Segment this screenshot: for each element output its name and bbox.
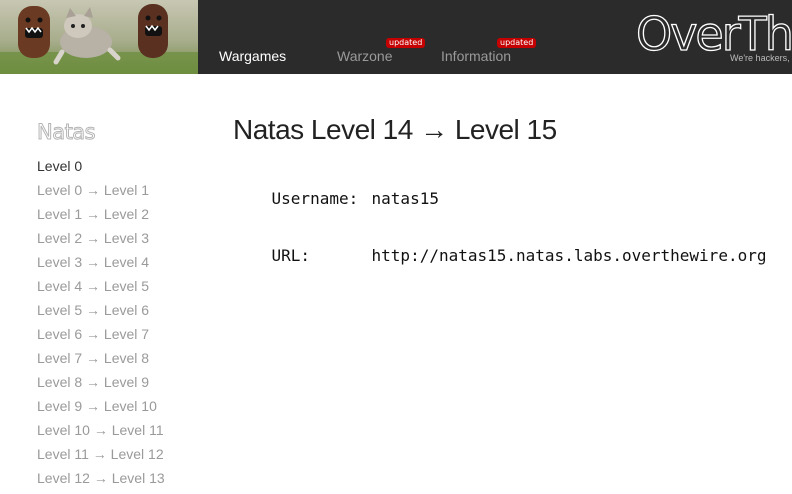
level-link[interactable]: Level 1 → Level 2: [37, 204, 165, 228]
level-link[interactable]: Level 3 → Level 4: [37, 252, 165, 276]
level-link[interactable]: Level 5 → Level 6: [37, 300, 165, 324]
page-title: Natas Level 14 → Level 15: [233, 114, 557, 145]
level-link[interactable]: Level 2 → Level 3: [37, 228, 165, 252]
url-value[interactable]: http://natas15.natas.labs.overthewire.or…: [372, 246, 767, 265]
username-label: Username:: [271, 189, 359, 208]
level-link[interactable]: Level 11 → Level 12: [37, 444, 165, 468]
url-row: URL: http://natas15.natas.labs.overthewir…: [233, 227, 767, 284]
tagline: We're hackers,: [730, 53, 790, 63]
level-link[interactable]: Level 9 → Level 10: [37, 396, 165, 420]
level-link[interactable]: Level 6 → Level 7: [37, 324, 165, 348]
site-header: Wargames Warzone updated Information upd…: [0, 0, 792, 74]
credentials-block: Username: natas15 URL: http://natas15.nata…: [233, 170, 767, 284]
level-link[interactable]: Level 7 → Level 8: [37, 348, 165, 372]
level-link[interactable]: Level 12 → Level 13: [37, 468, 165, 492]
level-link[interactable]: Level 0: [37, 156, 165, 180]
sidebar-title: Natas: [36, 120, 96, 145]
nav-wargames[interactable]: Wargames: [219, 48, 286, 64]
username-row: Username: natas15: [233, 170, 766, 227]
banner-image: [0, 0, 198, 74]
level-link[interactable]: Level 10 → Level 11: [37, 420, 165, 444]
level-link[interactable]: Level 8 → Level 9: [37, 372, 165, 396]
url-label: URL:: [271, 246, 311, 265]
nav-information[interactable]: Information: [441, 48, 511, 64]
information-updated-badge: updated: [497, 38, 537, 48]
username-value: natas15: [371, 189, 439, 208]
warzone-updated-badge: updated: [386, 38, 426, 48]
level-list: Level 0 Level 0 → Level 1 Level 1 → Leve…: [37, 156, 165, 492]
level-link[interactable]: Level 4 → Level 5: [37, 276, 165, 300]
level-link[interactable]: Level 0 → Level 1: [37, 180, 165, 204]
nav-warzone[interactable]: Warzone: [337, 48, 393, 64]
